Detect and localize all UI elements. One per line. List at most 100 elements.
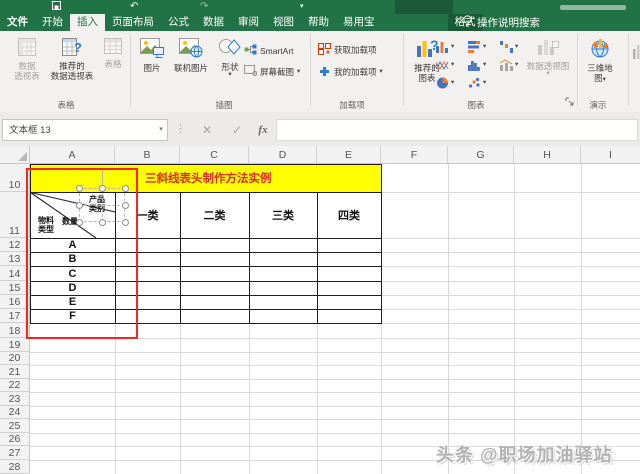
title-bar: ↶ ↷ ▾	[0, 0, 640, 14]
tab-formulas[interactable]: 公式	[161, 14, 196, 31]
gridline	[30, 433, 640, 434]
redo-icon[interactable]: ↷	[200, 1, 208, 13]
table-icon	[98, 38, 128, 56]
gridline	[581, 164, 582, 474]
row-header-20[interactable]: 20	[0, 352, 30, 365]
my-addins-button[interactable]: 我的加载项 ▾	[318, 65, 383, 79]
pictures-button[interactable]: 图片	[136, 38, 168, 73]
recommended-pivottables-icon: ?	[48, 38, 96, 58]
insert-bar-chart-button[interactable]: ▾	[468, 41, 486, 53]
row-header-26[interactable]: 26	[0, 433, 30, 446]
category-cell-2[interactable]: 二类	[181, 192, 248, 238]
formula-input[interactable]	[276, 119, 638, 141]
enter-button[interactable]: ✓	[226, 119, 248, 141]
cancel-button[interactable]: ✕	[196, 119, 218, 141]
map3d-button[interactable]: 三维地 图▾	[582, 38, 618, 83]
column-header-C[interactable]: C	[180, 146, 249, 164]
row-header-23[interactable]: 23	[0, 392, 30, 406]
column-header-I[interactable]: I	[581, 146, 640, 164]
group-divider	[310, 34, 311, 106]
table-label: 表格	[104, 59, 121, 69]
screenshot-button[interactable]: 屏幕截图 ▾	[244, 65, 300, 78]
insert-pie-chart-button[interactable]: ▾	[436, 77, 454, 89]
tables-group-label: 表格	[31, 99, 101, 111]
pivottable-label: 数据 透视表	[14, 61, 40, 81]
insert-line-chart-button[interactable]: ▾	[436, 59, 454, 71]
get-addins-button[interactable]: 获取加载项	[318, 43, 377, 57]
window-title-text	[560, 5, 626, 10]
row-header-25[interactable]: 25	[0, 419, 30, 433]
column-header-H[interactable]: H	[514, 146, 581, 164]
banner-title: 三斜线表头制作方法实例	[145, 170, 272, 186]
undo-icon[interactable]: ↶	[130, 1, 138, 13]
my-addins-dropdown-icon[interactable]: ▾	[380, 69, 383, 75]
shapes-dropdown-icon[interactable]: ▾	[214, 72, 246, 78]
column-header-G[interactable]: G	[448, 146, 514, 164]
waterfall-chart-icon	[500, 41, 513, 53]
tab-data[interactable]: 数据	[196, 14, 231, 31]
gridline	[30, 379, 640, 380]
histogram-chart-icon	[468, 59, 481, 71]
gridline	[30, 419, 640, 420]
formula-bar: 文本框 13 ▾ ⋮ ✕ ✓ fx	[0, 112, 640, 146]
illustrations-group-label: 插图	[189, 99, 259, 111]
row-header-27[interactable]: 27	[0, 446, 30, 460]
insert-scatter-chart-button[interactable]: ▾	[468, 77, 486, 89]
insert-histogram-chart-button[interactable]: ▾	[468, 59, 486, 71]
bar-chart-icon	[468, 41, 481, 53]
row-header-24[interactable]: 24	[0, 406, 30, 419]
shapes-button[interactable]: 形状 ▾	[214, 38, 246, 78]
gridline	[514, 164, 515, 474]
row-header-21[interactable]: 21	[0, 365, 30, 379]
online-pictures-button[interactable]: 联机图片	[170, 38, 212, 73]
demo-group-label: 演示	[563, 99, 633, 111]
name-box-dropdown-icon[interactable]: ▾	[154, 119, 168, 141]
table-border	[30, 164, 381, 165]
category-cell-3[interactable]: 三类	[250, 192, 316, 238]
row-header-22[interactable]: 22	[0, 379, 30, 392]
category-cell-4[interactable]: 四类	[318, 192, 380, 238]
qat-customize-icon[interactable]: ▾	[300, 1, 304, 13]
tell-me-search[interactable]: 操作说明搜索	[462, 14, 540, 31]
column-header-A[interactable]: A	[30, 146, 115, 164]
contextual-tab-group-header	[395, 0, 453, 14]
recommended-pivottables-button[interactable]: ? 推荐的 数据透视表	[48, 38, 96, 81]
select-all-corner[interactable]	[0, 146, 30, 164]
pictures-icon	[136, 38, 168, 60]
group-divider	[628, 34, 629, 106]
map3d-dropdown-icon[interactable]: ▾	[603, 76, 606, 83]
column-header-D[interactable]: D	[249, 146, 317, 164]
screenshot-dropdown-icon[interactable]: ▾	[297, 69, 300, 75]
row-header-28[interactable]: 28	[0, 460, 30, 474]
row-header-19[interactable]: 19	[0, 338, 30, 352]
pivotchart-icon	[524, 38, 572, 58]
group-divider	[403, 34, 404, 106]
insert-column-chart-button[interactable]: ▾	[436, 41, 454, 53]
tab-insert[interactable]: 插入	[70, 14, 105, 31]
worksheet[interactable]: ABCDEFGHI 101112131415161718192021222324…	[0, 146, 640, 474]
tab-view[interactable]: 视图	[266, 14, 301, 31]
tab-review[interactable]: 审阅	[231, 14, 266, 31]
tab-help[interactable]: 帮助	[301, 14, 336, 31]
insert-waterfall-chart-button[interactable]: ▾	[500, 41, 518, 53]
watermark-text: 头条 @职场加油驿站	[436, 441, 613, 467]
pivottable-icon	[6, 38, 48, 58]
tab-home[interactable]: 开始	[35, 14, 70, 31]
tab-file[interactable]: 文件	[0, 14, 35, 31]
insert-function-button[interactable]: fx	[252, 119, 274, 141]
column-header-F[interactable]: F	[381, 146, 448, 164]
gridline	[30, 392, 640, 393]
smartart-button[interactable]: SmartArt	[244, 44, 294, 57]
formula-bar-splitter-icon[interactable]: ⋮	[175, 122, 186, 135]
sparkline-group-partial-icon	[633, 43, 640, 62]
excel-window: ↶ ↷ ▾ 文件开始插入页面布局公式数据审阅视图帮助易用宝格式 操作说明搜索 数…	[0, 0, 640, 474]
column-header-E[interactable]: E	[317, 146, 381, 164]
column-header-B[interactable]: B	[115, 146, 180, 164]
save-icon[interactable]	[52, 1, 61, 14]
screenshot-icon	[244, 65, 257, 78]
my-addins-label: 我的加载项	[334, 66, 377, 78]
tab-yiyongbao[interactable]: 易用宝	[336, 14, 382, 31]
insert-combo-chart-button[interactable]: ▾	[500, 59, 518, 71]
tab-page-layout[interactable]: 页面布局	[105, 14, 161, 31]
name-box[interactable]: 文本框 13	[2, 119, 168, 141]
